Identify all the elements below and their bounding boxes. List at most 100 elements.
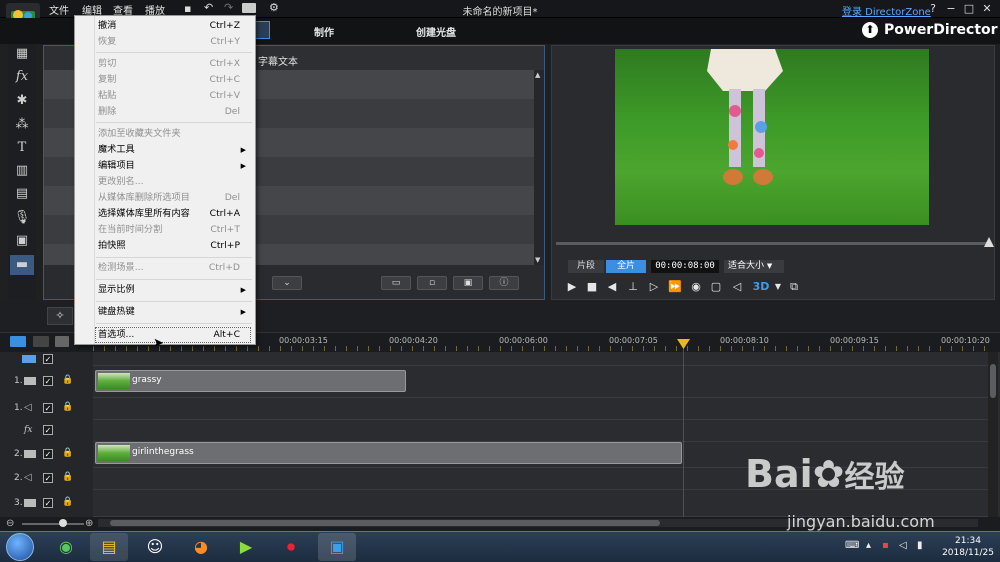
screen-recorder-icon[interactable]: ⏺ xyxy=(272,533,310,561)
3d-toggle-icon[interactable]: 3D xyxy=(752,280,770,294)
multi-screen-icon[interactable]: ▣ xyxy=(453,276,483,290)
track-enable-checkbox[interactable]: ✓ xyxy=(43,403,53,413)
transition-room-icon[interactable]: ▥ xyxy=(10,161,34,181)
close-button[interactable]: ✕ xyxy=(979,2,995,15)
folder-icon[interactable]: ▭ xyxy=(381,276,411,290)
zoom-slider-knob[interactable] xyxy=(59,519,67,527)
menu-item-aspect-ratio[interactable]: 显示比例 ▶ xyxy=(98,282,248,298)
scroll-up-icon[interactable]: ▲ xyxy=(535,71,540,79)
magic-tools-icon[interactable]: ✧ xyxy=(47,307,73,325)
track-enable-checkbox[interactable]: ✓ xyxy=(43,354,53,364)
save-icon[interactable]: ▪ xyxy=(184,2,191,15)
play-icon[interactable]: ▶ xyxy=(565,280,579,294)
browser-360-icon[interactable]: ◉ xyxy=(47,533,85,561)
menu-item-undo[interactable]: 撤消 Ctrl+Z xyxy=(98,18,248,34)
media-player-icon[interactable]: ▶ xyxy=(227,533,265,561)
start-button-icon[interactable] xyxy=(6,533,34,561)
menu-item-redo[interactable]: 恢复 Ctrl+Y xyxy=(98,34,248,50)
volume-tray-icon[interactable]: ◁ xyxy=(899,540,907,551)
audio-mix-room-icon[interactable]: ▤ xyxy=(10,184,34,204)
track-enable-checkbox[interactable]: ✓ xyxy=(43,498,53,508)
track-enable-checkbox[interactable]: ✓ xyxy=(43,425,53,435)
track-manager-icon[interactable] xyxy=(55,336,69,347)
particle-room-icon[interactable]: ⁂ xyxy=(10,115,34,135)
undock-icon[interactable]: ⧉ xyxy=(787,280,801,294)
chevron-down-icon[interactable]: ▼ xyxy=(771,280,785,294)
menu-item-remove-from-library[interactable]: 从媒体库删除所选项目 Del xyxy=(98,190,248,206)
lock-icon[interactable]: 🔒 xyxy=(62,497,73,507)
split-icon[interactable]: ⊥ xyxy=(626,280,640,294)
menu-item-keyboard-hotkeys[interactable]: 键盘热键 ▶ xyxy=(98,304,248,320)
file-explorer-icon[interactable]: ▤ xyxy=(90,533,128,561)
preview-seek-bar[interactable] xyxy=(556,242,990,245)
login-directorzone-link[interactable]: 登录 DirectorZone xyxy=(842,3,931,18)
menu-item-copy[interactable]: 复制 Ctrl+C xyxy=(98,72,248,88)
settings-gear-icon[interactable]: ⚙ xyxy=(269,1,279,14)
tab-edit-active[interactable] xyxy=(256,21,270,39)
title-room-icon[interactable]: T xyxy=(10,138,34,158)
library-tab-subtitle-text[interactable]: 字幕文本 xyxy=(258,53,298,68)
track-enable-checkbox[interactable]: ✓ xyxy=(43,449,53,459)
tab-produce[interactable]: 制作 xyxy=(314,24,334,39)
mode-movie-button[interactable]: 全片 xyxy=(606,260,646,273)
timeline-vscroll-thumb[interactable] xyxy=(990,364,996,398)
menu-item-cut[interactable]: 剪切 Ctrl+X xyxy=(98,56,248,72)
zoom-out-icon[interactable]: ⊖ xyxy=(6,518,14,529)
menu-item-add-to-favorites[interactable]: 添加至收藏夹文件夹 xyxy=(98,126,248,142)
undo-icon[interactable]: ↶ xyxy=(204,1,213,14)
storyboard-view-icon[interactable] xyxy=(33,336,49,347)
fx-room-icon[interactable]: fx xyxy=(10,67,34,87)
timecode-display[interactable]: 00:00:08:00 xyxy=(651,260,719,273)
menu-file[interactable]: 文件 xyxy=(49,2,69,17)
mode-clip-button[interactable]: 片段 xyxy=(568,260,604,273)
help-button[interactable]: ? xyxy=(925,2,941,15)
minimize-button[interactable]: − xyxy=(943,2,959,15)
track-enable-checkbox[interactable]: ✓ xyxy=(43,473,53,483)
menu-item-split-at-time[interactable]: 在当前时间分割 Ctrl+T xyxy=(98,222,248,238)
lock-icon[interactable]: 🔒 xyxy=(62,448,73,458)
zoom-in-icon[interactable]: ⊕ xyxy=(85,518,93,529)
keyboard-tray-icon[interactable]: ⌨ xyxy=(845,540,859,551)
subtitle-room-icon[interactable]: ▬ xyxy=(10,255,34,275)
import-icon[interactable]: ▫ xyxy=(417,276,447,290)
zoom-slider[interactable] xyxy=(22,523,84,525)
menu-item-snapshot[interactable]: 拍快照 Ctrl+P xyxy=(98,238,248,254)
timeline-view-icon[interactable] xyxy=(10,336,26,347)
volume-icon[interactable]: ◁ xyxy=(730,280,744,294)
redo-icon[interactable]: ↷ xyxy=(224,1,233,14)
menu-item-detect-scenes[interactable]: 检测场景... Ctrl+D xyxy=(98,260,248,276)
snapshot-icon[interactable]: ◉ xyxy=(689,280,703,294)
timeline-clip-grassy[interactable]: grassy xyxy=(95,370,406,392)
lock-icon[interactable]: 🔒 xyxy=(62,472,73,482)
menu-item-paste[interactable]: 粘贴 Ctrl+V xyxy=(98,88,248,104)
info-icon[interactable]: ⓘ xyxy=(489,276,519,290)
network-tray-icon[interactable]: ▮ xyxy=(917,540,923,551)
voiceover-room-icon[interactable]: 🎙 xyxy=(10,208,34,228)
lock-icon[interactable]: 🔒 xyxy=(62,375,73,385)
taskbar-clock[interactable]: 21:34 2018/11/25 xyxy=(938,535,998,559)
chapter-room-icon[interactable]: ▣ xyxy=(10,231,34,251)
menu-item-edit-project[interactable]: 编辑项目 ▶ xyxy=(98,158,248,174)
menu-item-delete[interactable]: 删除 Del xyxy=(98,104,248,120)
pip-room-icon[interactable]: ✱ xyxy=(10,91,34,111)
aspect-ratio-icon[interactable] xyxy=(242,3,256,13)
scroll-down-icon[interactable]: ▼ xyxy=(535,256,540,264)
restore-button[interactable]: □ xyxy=(961,2,977,15)
previous-frame-icon[interactable]: ◀ xyxy=(605,280,619,294)
qq-icon[interactable]: ☺ xyxy=(136,533,174,561)
next-frame-icon[interactable]: ▷ xyxy=(647,280,661,294)
fit-size-select[interactable]: 适合大小 ▼ xyxy=(724,260,784,273)
track-enable-checkbox[interactable]: ✓ xyxy=(43,376,53,386)
menu-item-magic-tools[interactable]: 魔术工具 ▶ xyxy=(98,142,248,158)
security-tray-icon[interactable]: ▪ xyxy=(882,540,889,551)
timeline-hscroll-thumb[interactable] xyxy=(110,520,660,526)
lock-icon[interactable]: 🔒 xyxy=(62,402,73,412)
media-room-icon[interactable]: ▦ xyxy=(10,44,34,64)
chevron-down-icon[interactable]: ⌄ xyxy=(272,276,302,290)
fast-forward-icon[interactable]: ⏩ xyxy=(668,280,682,294)
menu-item-preferences[interactable]: 首选项... Alt+C xyxy=(98,327,248,343)
powerdirector-taskbar-icon[interactable]: ▣ xyxy=(318,533,356,561)
show-hidden-icons-icon[interactable]: ▴ xyxy=(866,540,871,551)
playhead-line[interactable] xyxy=(683,340,684,520)
stop-icon[interactable]: ■ xyxy=(585,280,599,294)
